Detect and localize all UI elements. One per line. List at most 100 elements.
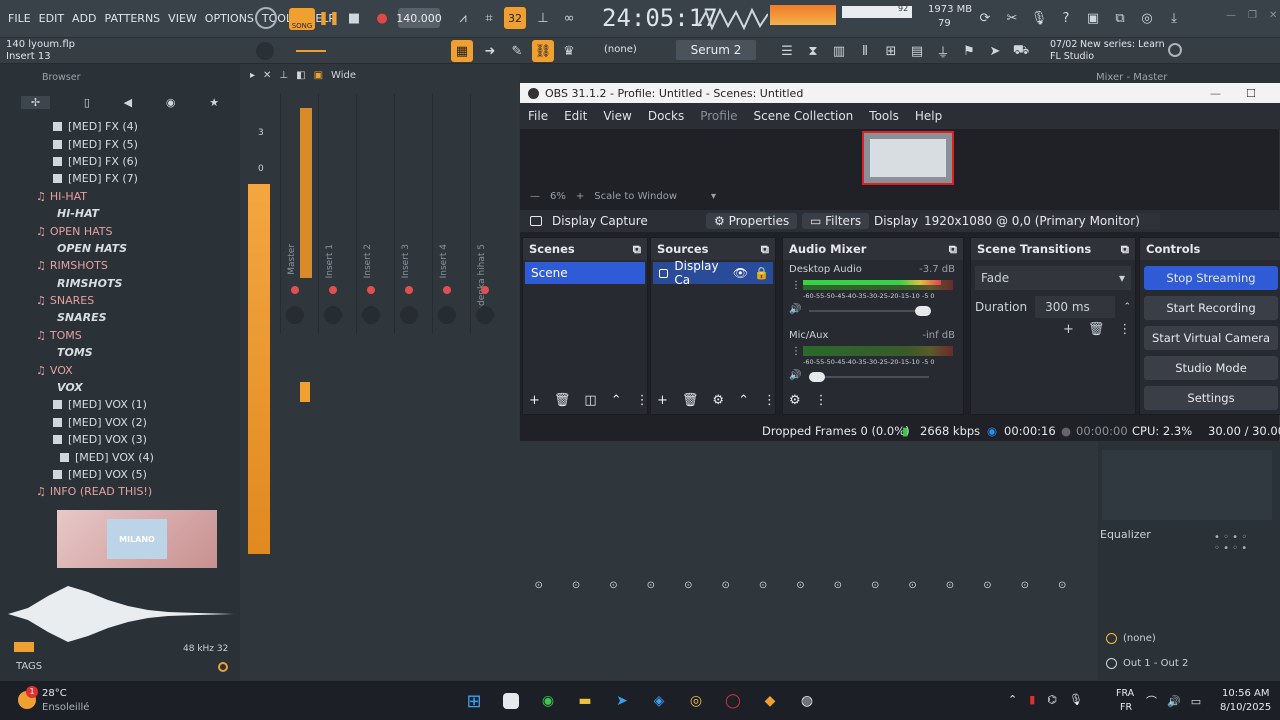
help-icon[interactable]: ?: [1055, 7, 1077, 29]
send-knob[interactable]: ⊙: [707, 580, 744, 591]
browser-item[interactable]: RIMSHOTS: [0, 275, 240, 292]
mixer-rec-icon[interactable]: [367, 286, 375, 294]
transitions-dock-icon[interactable]: ⧉: [1121, 242, 1129, 257]
browser-item[interactable]: [MED] FX (5): [0, 135, 240, 152]
wait-icon[interactable]: ⌗: [478, 7, 500, 29]
browser-item[interactable]: [MED] FX (6): [0, 153, 240, 170]
source-props-icon[interactable]: ⚙: [712, 393, 724, 408]
browser-item[interactable]: ♫ TOMS: [0, 327, 240, 344]
audio-dock-icon[interactable]: ⧉: [949, 242, 957, 257]
opera-icon[interactable]: ◯: [721, 689, 745, 713]
pat-song-toggle[interactable]: SONG: [289, 8, 315, 30]
send-knob[interactable]: ⊙: [819, 580, 856, 591]
audio-volume-handle[interactable]: [809, 372, 825, 382]
play-preview-icon[interactable]: [14, 642, 34, 652]
browser-item[interactable]: TOMS: [0, 344, 240, 361]
mixer-strip[interactable]: Insert 2: [356, 94, 386, 334]
record-button[interactable]: ●: [371, 7, 393, 29]
obs-taskbar-icon[interactable]: ◍: [795, 689, 819, 713]
tempo-display[interactable]: 140.000: [396, 8, 442, 28]
browser-item[interactable]: SNARES: [0, 309, 240, 326]
browser-item[interactable]: ♫ OPEN HATS: [0, 222, 240, 239]
mixer-wide-label[interactable]: Wide: [331, 70, 356, 81]
audio-mute-icon[interactable]: 🔊: [789, 304, 801, 315]
mixer-pan-knob[interactable]: [324, 306, 342, 324]
browser-item[interactable]: ♫ INFO (READ THIS!): [0, 483, 240, 500]
save-icon[interactable]: ▣: [1082, 7, 1104, 29]
news-sub[interactable]: FL Studio: [1050, 51, 1094, 62]
weather-temp[interactable]: 28°C: [42, 688, 67, 699]
control-button[interactable]: Start Virtual Camera: [1144, 326, 1278, 350]
transition-more-icon[interactable]: ⋮: [1118, 322, 1131, 337]
plugin-selector[interactable]: Serum 2: [676, 40, 756, 60]
minimize-icon[interactable]: —: [1226, 10, 1236, 21]
tray-mic-icon[interactable]: 🎙: [1069, 693, 1083, 706]
tray-chevron-icon[interactable]: ⌃: [1008, 693, 1017, 706]
mixer-pan-knob[interactable]: [362, 306, 380, 324]
browser-item[interactable]: ♫ VOX: [0, 361, 240, 378]
blend-icon[interactable]: ⊥: [532, 7, 554, 29]
pencil-icon[interactable]: ✎: [506, 40, 528, 62]
browser-files-icon[interactable]: ▯: [84, 96, 90, 109]
send-knob[interactable]: ⊙: [1043, 580, 1080, 591]
mixer-icon[interactable]: ⧗: [802, 40, 824, 62]
master-fader[interactable]: [300, 382, 310, 402]
send-knob[interactable]: ⊙: [1006, 580, 1043, 591]
volume-icon[interactable]: 🔊: [1167, 695, 1181, 708]
fx-icon[interactable]: ⚑: [958, 40, 980, 62]
clock-date[interactable]: 8/10/2025: [1220, 702, 1271, 713]
mixer-pan-knob[interactable]: [476, 306, 494, 324]
audio-volume-slider[interactable]: [809, 306, 931, 316]
obs-menu-item[interactable]: Help: [907, 109, 950, 123]
task-view-icon[interactable]: [503, 693, 519, 709]
browser-icon[interactable]: ⊞: [880, 40, 902, 62]
browser-item[interactable]: [MED] VOX (2): [0, 414, 240, 431]
mixer-rec-icon[interactable]: [291, 286, 299, 294]
metronome-icon[interactable]: ⩘: [452, 7, 474, 29]
fl-studio-icon[interactable]: ◆: [758, 689, 782, 713]
weather-text[interactable]: Ensoleillé: [42, 702, 89, 713]
send-knob[interactable]: ⊙: [670, 580, 707, 591]
mixer-strip[interactable]: Insert 4: [432, 94, 462, 334]
scene-item[interactable]: Scene: [525, 262, 645, 284]
add-transition-icon[interactable]: +: [1063, 322, 1074, 337]
send-knob[interactable]: ⊙: [557, 580, 594, 591]
source-visibility-icon[interactable]: 👁: [733, 266, 748, 280]
lang-2[interactable]: FR: [1120, 702, 1132, 713]
obs-menu-item[interactable]: Tools: [861, 109, 907, 123]
scale-dropdown-icon[interactable]: ▾: [711, 191, 716, 202]
file-icon[interactable]: ▤: [906, 40, 928, 62]
plugin-icon[interactable]: ⧉: [1109, 7, 1131, 29]
mixer-strip[interactable]: Insert 3: [394, 94, 424, 334]
add-source-icon[interactable]: +: [657, 393, 668, 408]
route-out-row[interactable]: Out 1 - Out 2: [1106, 658, 1188, 669]
fl-menu-item[interactable]: FILE: [4, 12, 35, 25]
source-lock-icon[interactable]: 🔒: [754, 266, 769, 280]
display-value[interactable]: 1920x1080 @ 0,0 (Primary Monitor): [920, 213, 1160, 229]
obs-menu-item[interactable]: Scene Collection: [746, 109, 862, 123]
duration-input[interactable]: 300 ms: [1035, 296, 1116, 318]
tray-app-icon[interactable]: ▮: [1029, 693, 1035, 706]
mixer-pan-knob[interactable]: [286, 306, 304, 324]
cut-icon[interactable]: ✂: [1001, 7, 1023, 29]
scenes-dock-icon[interactable]: ⧉: [633, 242, 641, 257]
browser-item[interactable]: [MED] VOX (1): [0, 396, 240, 413]
eq-knobs[interactable]: • ◦ • ◦ ◦ • ◦ •: [1214, 532, 1274, 556]
sources-dock-icon[interactable]: ⧉: [761, 242, 769, 257]
mixer-pin-icon[interactable]: ⊥: [279, 70, 288, 81]
close-icon[interactable]: ✕: [1269, 10, 1277, 21]
audio-more-icon[interactable]: ⋮: [815, 393, 828, 408]
browser-item[interactable]: OPEN HATS: [0, 240, 240, 257]
zoom-out-icon[interactable]: —: [530, 191, 540, 202]
clock-time[interactable]: 10:56 AM: [1222, 688, 1269, 699]
playlist-icon[interactable]: ☰: [776, 40, 798, 62]
mic-icon[interactable]: 🎙: [1028, 7, 1050, 29]
source-up-icon[interactable]: ⌃: [738, 393, 749, 408]
mixer-wide-icon[interactable]: ▣: [314, 70, 323, 81]
pause-button[interactable]: ❚❚: [318, 7, 340, 29]
link-icon[interactable]: ⛓: [532, 40, 554, 62]
arrow-icon[interactable]: ➜: [479, 40, 501, 62]
mixer-strip[interactable]: Master: [280, 94, 310, 334]
source-item[interactable]: Display Ca 👁 🔒: [653, 259, 773, 287]
mixer-cross-icon[interactable]: ✕: [263, 70, 271, 81]
